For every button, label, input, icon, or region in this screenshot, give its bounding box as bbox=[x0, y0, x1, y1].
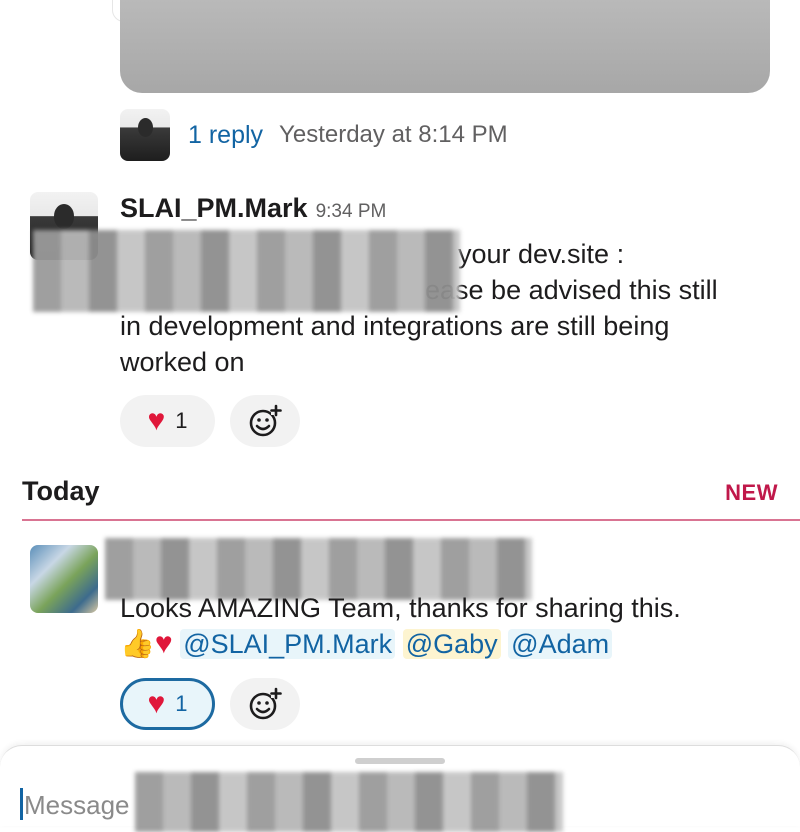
message-body: Looks AMAZING Team, thanks for sharing t… bbox=[120, 590, 780, 662]
reply-count-link[interactable]: 1 reply bbox=[188, 121, 263, 150]
thread-summary[interactable]: 1 reply Yesterday at 8:14 PM bbox=[120, 110, 508, 160]
reaction-count: 1 bbox=[175, 691, 188, 716]
message-text: Looks AMAZING Team, thanks for sharing t… bbox=[120, 593, 681, 623]
attachment-preview[interactable] bbox=[120, 0, 770, 93]
redacted-placeholder bbox=[135, 772, 563, 832]
reaction-count: 1 bbox=[175, 408, 188, 433]
drag-handle[interactable] bbox=[355, 758, 445, 764]
message-line: worked on bbox=[120, 347, 245, 377]
add-reaction-button[interactable] bbox=[230, 395, 300, 447]
message-input[interactable]: Message bbox=[24, 790, 130, 821]
user-mention[interactable]: @Adam bbox=[508, 629, 613, 659]
message-composer[interactable]: Message bbox=[0, 745, 800, 832]
user-mention[interactable]: @Gaby bbox=[402, 629, 501, 659]
new-messages-label: NEW bbox=[725, 480, 778, 505]
text-caret bbox=[20, 788, 23, 820]
redacted-text bbox=[33, 230, 460, 312]
last-reply-time: Yesterday at 8:14 PM bbox=[279, 121, 508, 148]
heart-reaction[interactable]: ♥ 1 bbox=[120, 395, 215, 447]
heart-reaction-selected[interactable]: ♥ 1 bbox=[120, 678, 215, 730]
add-reaction-icon bbox=[249, 404, 282, 437]
heart-icon: ♥ bbox=[147, 404, 166, 437]
thumbs-up-icon: 👍 bbox=[120, 628, 155, 659]
new-messages-divider bbox=[22, 519, 800, 521]
date-divider-label: Today bbox=[22, 476, 100, 506]
message-header: SLAI_PM.Mark 9:34 PM bbox=[120, 193, 386, 224]
heart-icon: ♥ bbox=[154, 627, 173, 660]
heart-icon: ♥ bbox=[147, 687, 166, 720]
message-line: in development and integrations are stil… bbox=[120, 311, 670, 341]
add-reaction-icon bbox=[249, 687, 282, 720]
message-time: 9:34 PM bbox=[315, 201, 387, 222]
user-mention[interactable]: @SLAI_PM.Mark bbox=[180, 629, 396, 659]
sender-avatar[interactable] bbox=[30, 545, 98, 613]
sender-name[interactable]: SLAI_PM.Mark bbox=[120, 193, 308, 224]
add-reaction-button[interactable] bbox=[230, 678, 300, 730]
